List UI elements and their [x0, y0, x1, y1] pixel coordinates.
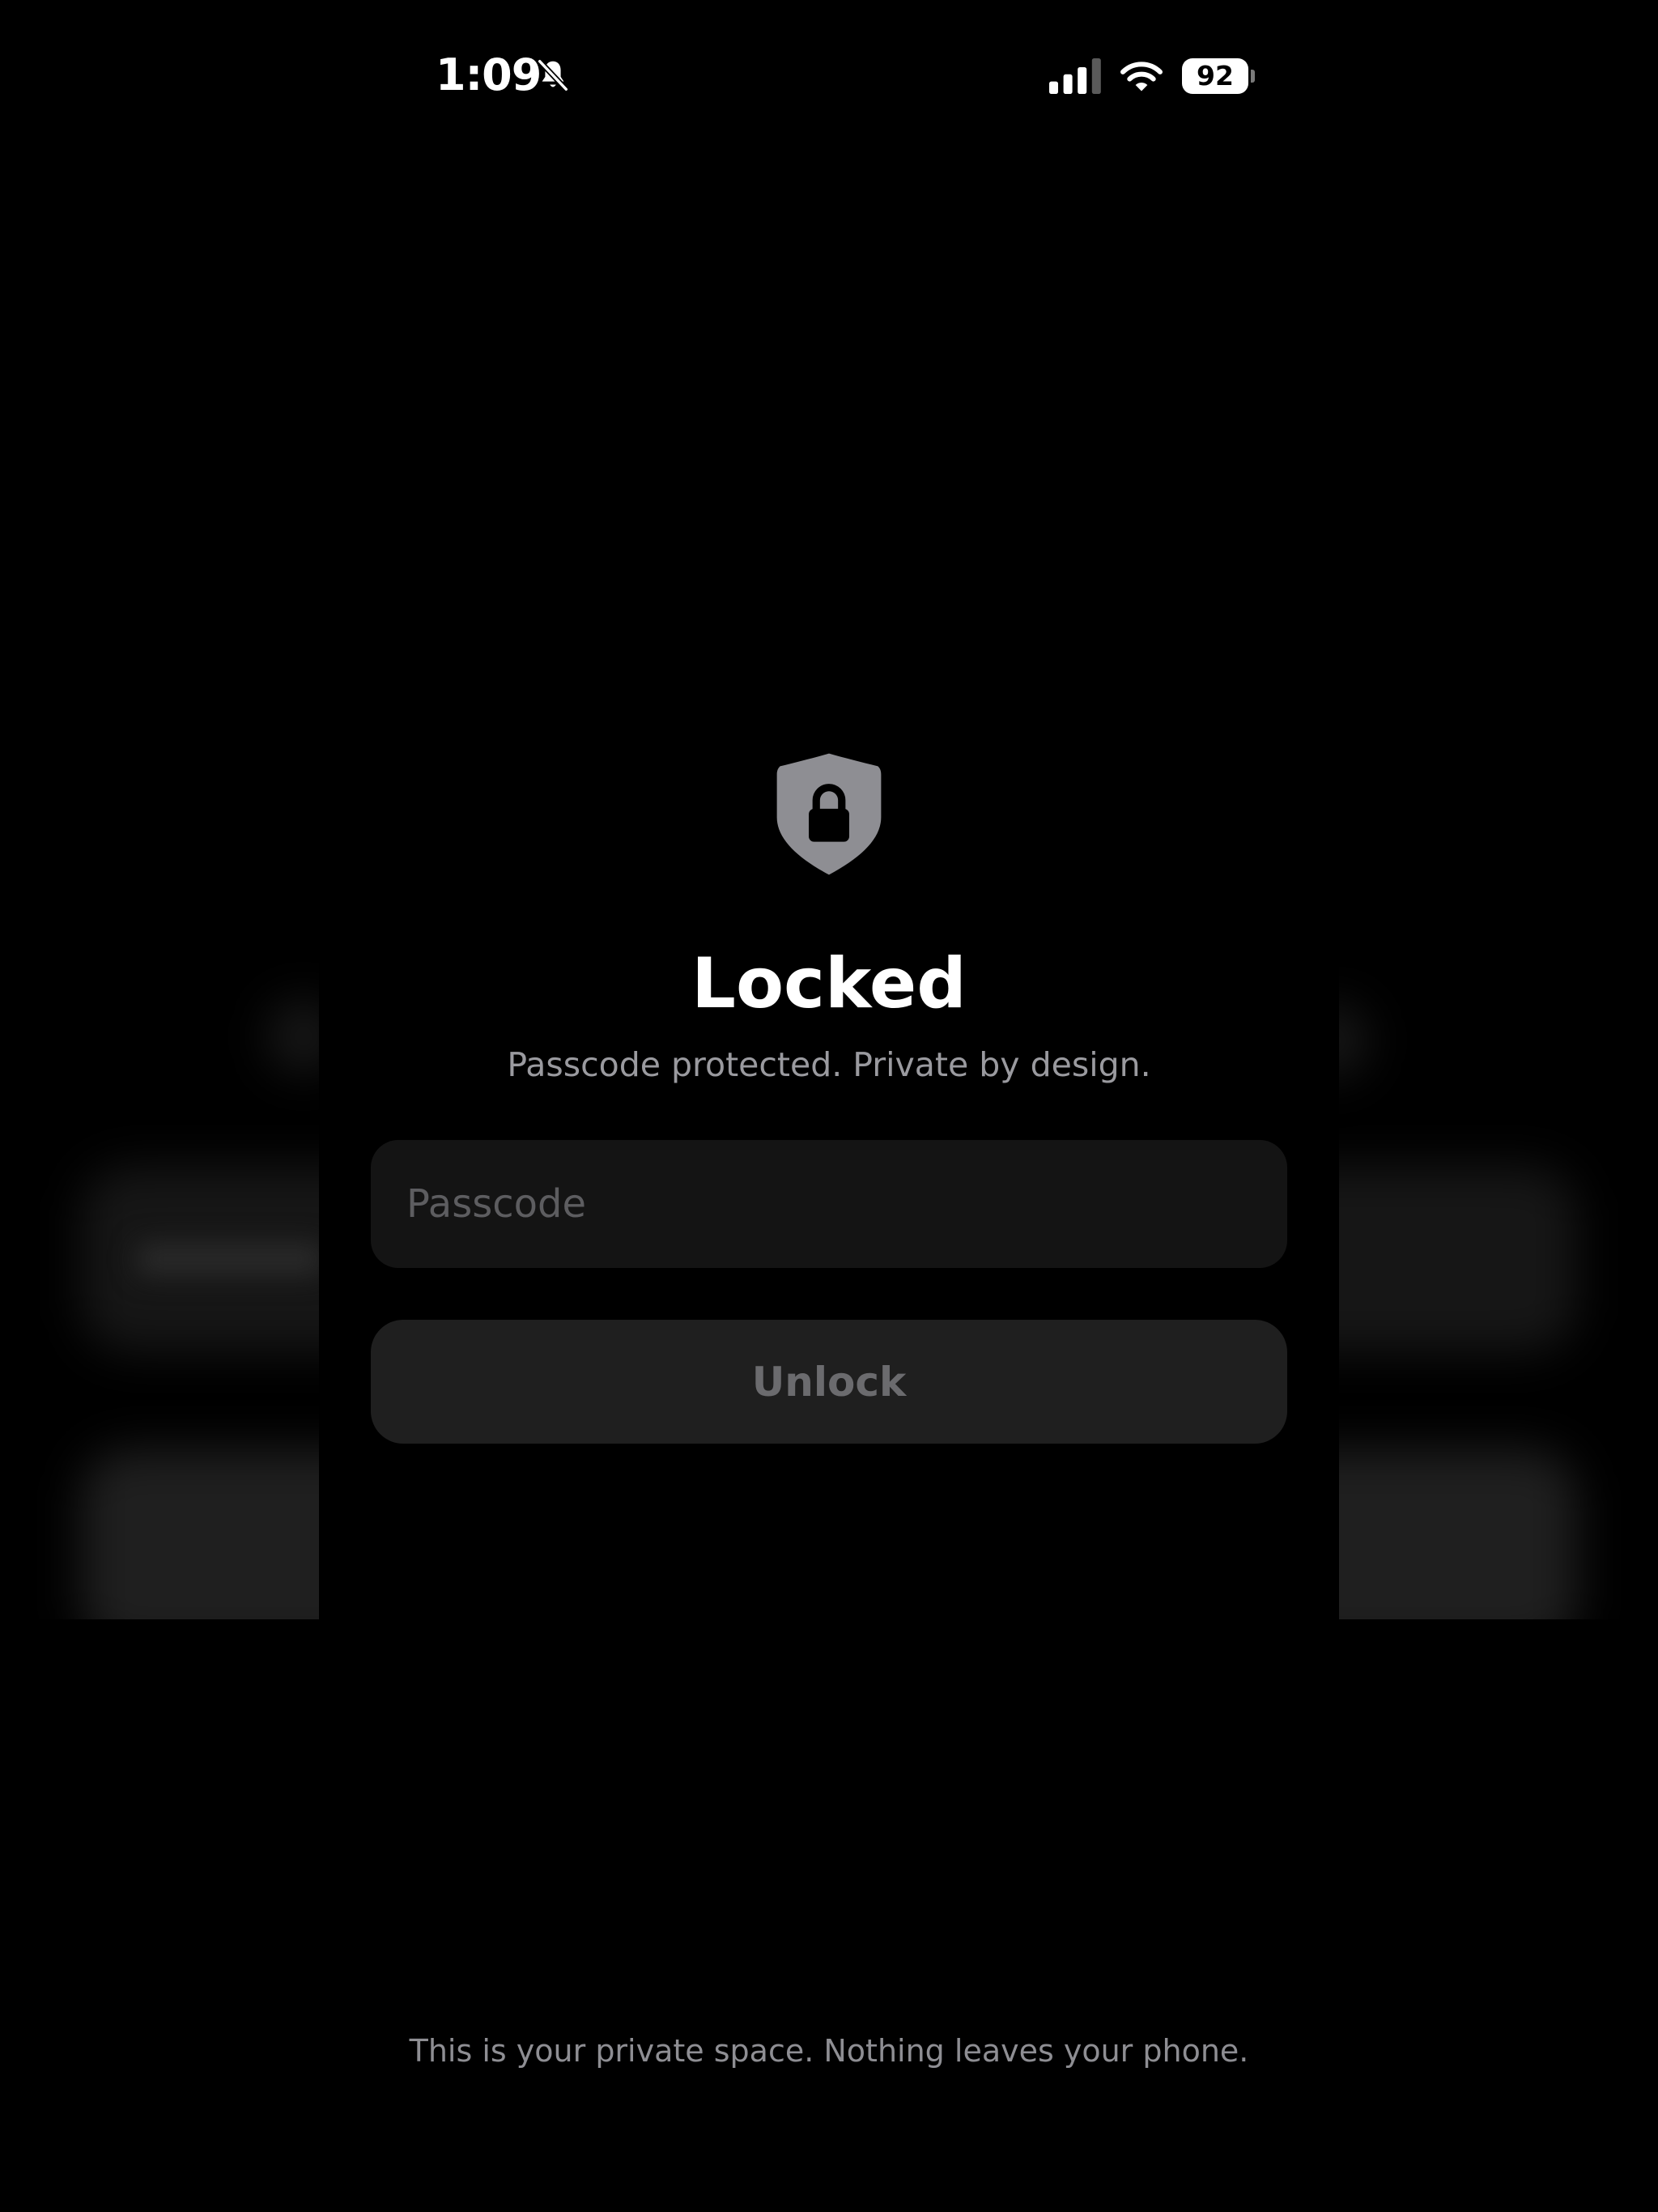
passcode-input[interactable] [371, 1140, 1287, 1268]
bell-slash-icon [537, 58, 569, 92]
battery-tip [1251, 70, 1255, 83]
wifi-icon [1120, 62, 1163, 91]
cellular-signal-icon [1049, 58, 1101, 94]
status-time: 1:09 [436, 49, 542, 100]
bottom-overlay [0, 1619, 1658, 2212]
shield-lock-icon [776, 753, 882, 875]
subtitle: Passcode protected. Private by design. [507, 1045, 1151, 1084]
background-blurred-text [138, 1243, 324, 1275]
battery-icon: 92 [1182, 58, 1248, 94]
unlock-button[interactable]: Unlock [371, 1320, 1287, 1444]
page-title: Locked [691, 943, 967, 1024]
footer-text: This is your private space. Nothing leav… [409, 2033, 1249, 2069]
